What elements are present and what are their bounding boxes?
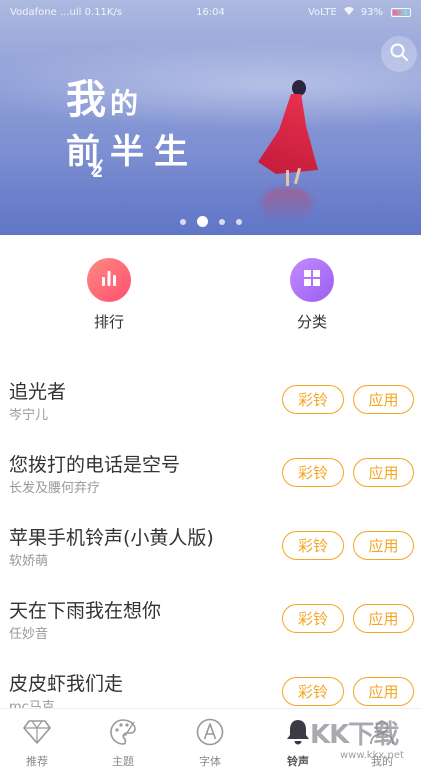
status-bar: Vodafone ...ull 0.11K/s 16:04 VoLTE 93% (0, 0, 421, 24)
palette-icon (108, 717, 138, 747)
banner-title-small: 的 (110, 87, 139, 120)
category-circle (290, 258, 334, 302)
ranking-shortcut[interactable]: 排行 (64, 258, 154, 332)
list-item[interactable]: 苹果手机铃声(小黄人版) 软娇萌 彩铃 应用 (0, 511, 421, 584)
song-artist: 岑宁儿 (9, 408, 49, 423)
song-artist: 任妙音 (9, 627, 49, 642)
tab-mine[interactable]: 我的 (352, 717, 412, 768)
song-title: 追光者 (9, 381, 67, 403)
apply-button[interactable]: 应用 (353, 604, 414, 633)
apply-button[interactable]: 应用 (353, 385, 414, 414)
list-item[interactable]: 追光者 岑宁儿 彩铃 应用 (0, 365, 421, 438)
ranking-label: 排行 (93, 313, 124, 331)
banner-title-art: 我 的 前半生 2 (66, 77, 198, 181)
song-title: 天在下雨我在想你 (9, 600, 162, 622)
song-artist: 软娇萌 (9, 554, 49, 569)
banner-title-big: 我 (66, 77, 108, 123)
tab-label: 字体 (199, 755, 221, 768)
list-item[interactable]: 您拨打的电话是空号 长发及腰何弃疗 彩铃 应用 (0, 438, 421, 511)
banner-figure (250, 78, 330, 188)
banner-title-line2: 前半生 (66, 132, 198, 172)
tab-label: 主题 (112, 755, 134, 768)
apply-button[interactable]: 应用 (353, 531, 414, 560)
category-shortcut[interactable]: 分类 (267, 258, 357, 332)
ringback-button[interactable]: 彩铃 (282, 458, 344, 487)
carousel-dot[interactable] (218, 218, 225, 225)
tab-label: 铃声 (287, 755, 309, 768)
banner-carousel[interactable]: Vodafone ...ull 0.11K/s 16:04 VoLTE 93% … (0, 0, 421, 235)
diamond-icon (22, 717, 52, 747)
bottom-tab-bar: 推荐 主题 字体 铃声 我的 (0, 708, 421, 768)
banner-title-sub: 2 (92, 162, 104, 181)
apply-button[interactable]: 应用 (353, 458, 414, 487)
carrier-text: Vodafone ...ull 0.11K/s (10, 6, 122, 18)
song-artist: 长发及腰何弃疗 (9, 481, 101, 496)
carousel-dot[interactable] (179, 218, 186, 225)
bell-icon (283, 717, 313, 747)
bar-chart-icon (99, 268, 119, 292)
carousel-dot[interactable] (235, 218, 242, 225)
tab-ringtone[interactable]: 铃声 (268, 717, 328, 768)
apply-button[interactable]: 应用 (353, 677, 414, 706)
category-shortcuts: 排行 分类 (0, 235, 421, 345)
battery-icon (391, 7, 411, 17)
ringback-button[interactable]: 彩铃 (282, 385, 344, 414)
wifi-icon (343, 6, 355, 19)
battery-percent: 93% (360, 6, 383, 18)
song-title: 您拨打的电话是空号 (9, 454, 181, 476)
song-title: 苹果手机铃声(小黄人版) (9, 527, 214, 549)
ringback-button[interactable]: 彩铃 (282, 531, 344, 560)
carousel-indicator (0, 216, 421, 227)
search-icon (389, 42, 409, 66)
search-button[interactable] (381, 36, 417, 72)
tab-recommend[interactable]: 推荐 (7, 717, 67, 768)
ringback-button[interactable]: 彩铃 (282, 677, 344, 706)
status-icons: VoLTE 93% (308, 6, 411, 19)
user-icon (367, 717, 397, 747)
volte-label: VoLTE (307, 6, 337, 18)
ranking-circle (87, 258, 131, 302)
ringback-button[interactable]: 彩铃 (282, 604, 344, 633)
song-title: 皮皮虾我们走 (9, 673, 124, 695)
ringtone-list: 追光者 岑宁儿 彩铃 应用 您拨打的电话是空号 长发及腰何弃疗 彩铃 应用 苹果… (0, 365, 421, 730)
list-item[interactable]: 天在下雨我在想你 任妙音 彩铃 应用 (0, 584, 421, 657)
tab-theme[interactable]: 主题 (93, 717, 153, 768)
font-icon (195, 717, 225, 747)
tab-label: 推荐 (26, 755, 48, 768)
carousel-dot-active[interactable] (196, 216, 208, 227)
sea-highlight (0, 40, 421, 130)
tab-label: 我的 (371, 755, 393, 768)
category-label: 分类 (296, 313, 327, 331)
grid-icon (302, 268, 322, 292)
tab-font[interactable]: 字体 (180, 717, 240, 768)
